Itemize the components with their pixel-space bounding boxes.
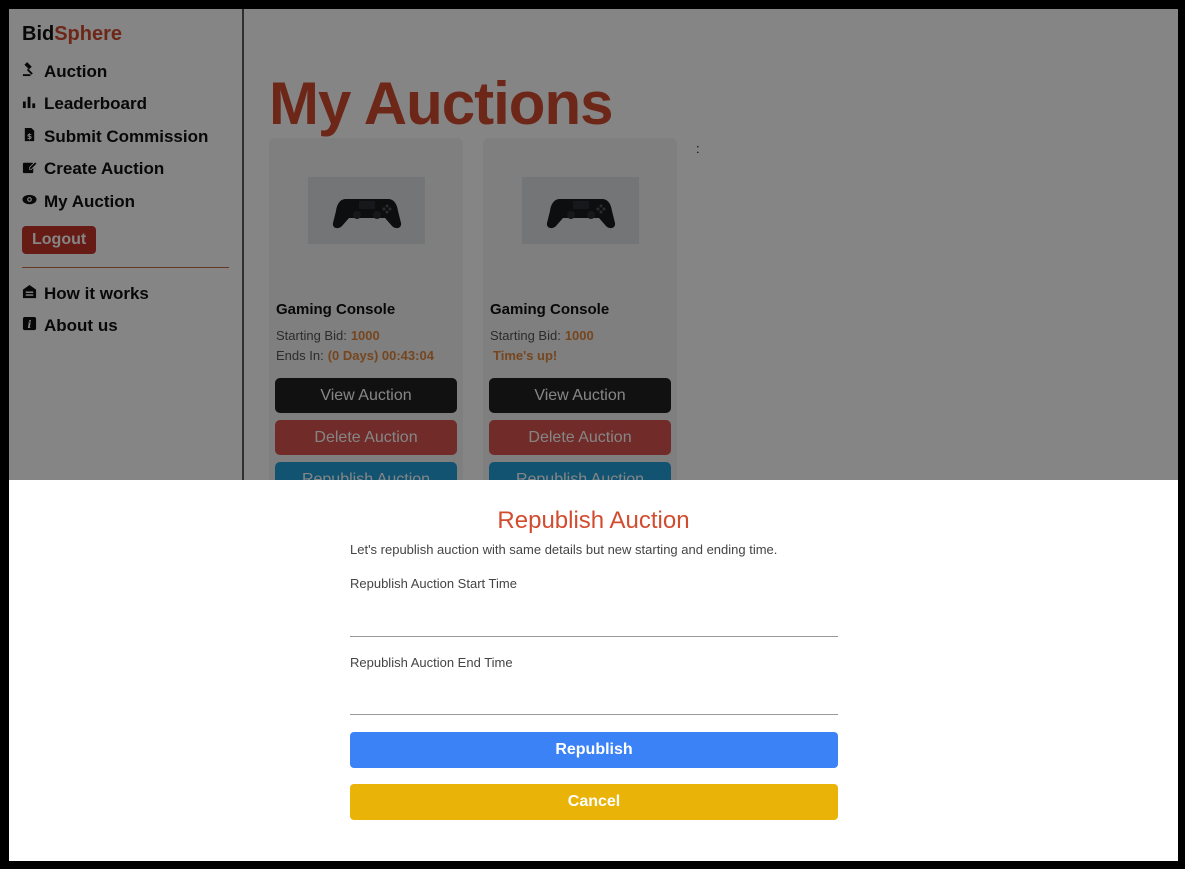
modal-description: Let's republish auction with same detail… — [350, 542, 778, 557]
modal-title: Republish Auction — [497, 507, 690, 534]
start-time-label: Republish Auction Start Time — [350, 576, 517, 591]
end-time-label: Republish Auction End Time — [350, 655, 513, 670]
modal-backdrop[interactable] — [9, 9, 1178, 480]
app-window: BidSphere Auction Leaderboard $ Submit C… — [9, 9, 1178, 861]
republish-button[interactable]: Republish — [350, 732, 838, 768]
cancel-button[interactable]: Cancel — [350, 784, 838, 820]
republish-modal: Republish Auction Let's republish auctio… — [9, 480, 1178, 861]
end-time-field[interactable] — [350, 688, 838, 715]
start-time-field[interactable] — [350, 610, 838, 637]
